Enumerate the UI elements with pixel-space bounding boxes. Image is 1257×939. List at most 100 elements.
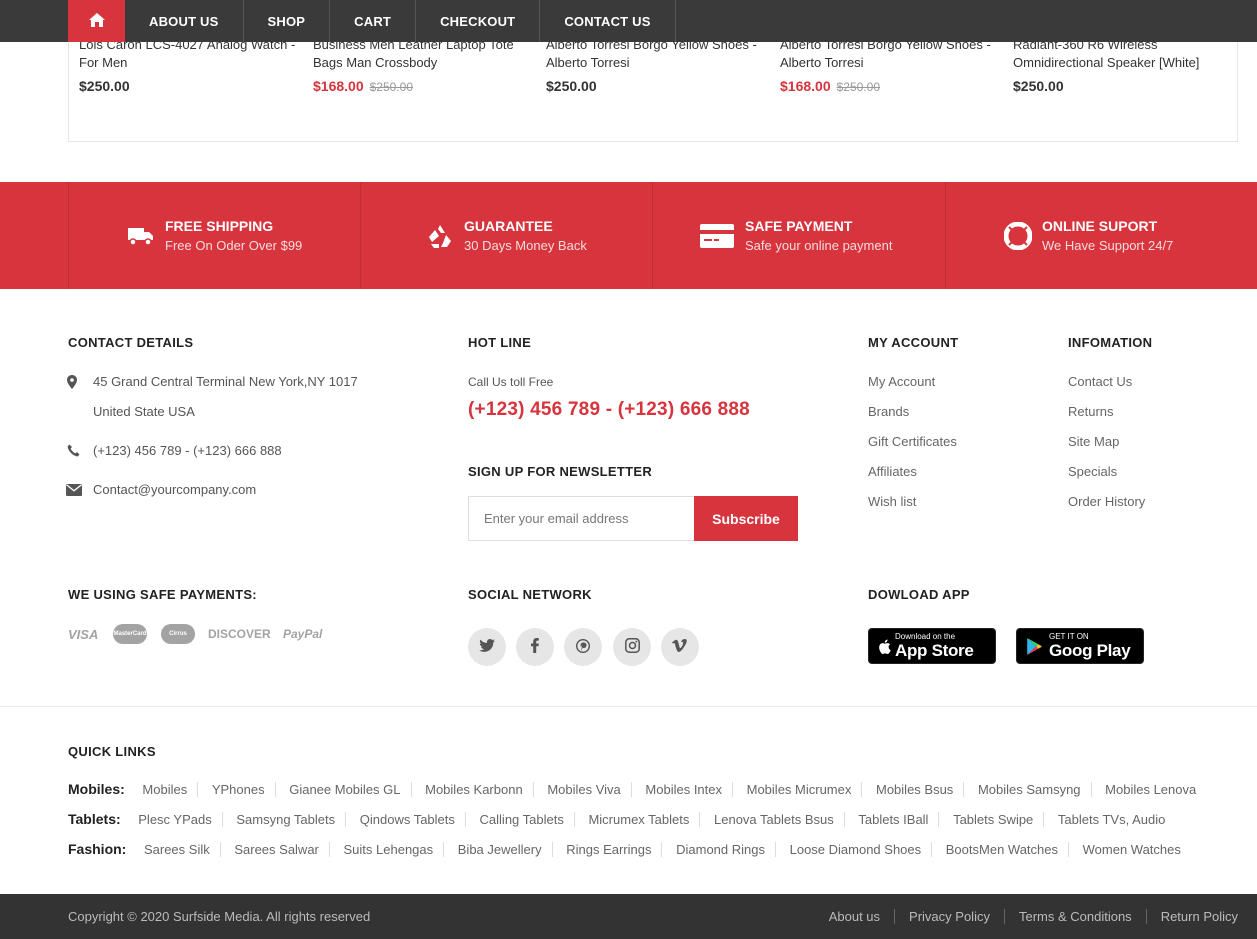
quick-link[interactable]: Mobiles Micrumex	[736, 782, 863, 797]
envelope-icon	[66, 482, 82, 498]
instagram-button[interactable]	[613, 628, 651, 666]
quick-link[interactable]: Loose Diamond Shoes	[779, 842, 933, 857]
product-price: $250.00	[1013, 78, 1064, 94]
link-affiliates[interactable]: Affiliates	[868, 464, 917, 479]
app-heading: DOWLOAD APP	[868, 587, 970, 602]
bottom-link-return-policy[interactable]: Return Policy	[1145, 909, 1238, 924]
pinterest-button[interactable]	[564, 628, 602, 666]
home-button[interactable]	[68, 0, 125, 42]
nav-cart[interactable]: CART	[330, 0, 417, 42]
quick-link[interactable]: Gianee Mobiles GL	[279, 782, 412, 797]
service-subtitle: Safe your online payment	[745, 238, 893, 253]
bottom-links: About us Privacy Policy Terms & Conditio…	[815, 909, 1238, 924]
app-store-small-text: Download on the	[895, 632, 956, 641]
service-subtitle: We Have Support 24/7	[1042, 238, 1174, 253]
product-card[interactable]: Business Men Leather Laptop Tote Bags Ma…	[313, 36, 533, 94]
bottom-link-about-us[interactable]: About us	[815, 909, 894, 924]
google-play-small-text: GET IT ON	[1049, 632, 1089, 641]
quick-link[interactable]: Lenova Tablets Bsus	[704, 812, 845, 827]
quick-link[interactable]: Micrumex Tablets	[578, 812, 701, 827]
quick-link[interactable]: Sarees Salwar	[224, 842, 330, 857]
quick-link[interactable]: Mobiles Karbonn	[415, 782, 534, 797]
google-play-big-text: Goog Play	[1049, 641, 1131, 660]
service-subtitle: Free On Oder Over $99	[165, 238, 303, 253]
link-my-account[interactable]: My Account	[868, 374, 935, 389]
quick-link[interactable]: YPhones	[201, 782, 276, 797]
quick-link[interactable]: Mobiles Intex	[635, 782, 733, 797]
quick-link[interactable]: Tablets Swipe	[943, 812, 1045, 827]
service-title: ONLINE SUPORT	[1042, 218, 1158, 234]
contact-email[interactable]: Contact@yourcompany.com	[93, 482, 256, 497]
facebook-button[interactable]	[516, 628, 554, 666]
recycle-icon	[425, 221, 455, 251]
twitter-icon	[479, 638, 495, 656]
link-gift-certificates[interactable]: Gift Certificates	[868, 434, 957, 449]
quick-links-row-label: Mobiles:	[68, 781, 125, 797]
visa-logo: VISA	[68, 626, 99, 642]
social-heading: SOCIAL NETWORK	[468, 587, 592, 602]
service-title: SAFE PAYMENT	[745, 218, 853, 234]
payments-heading: WE USING SAFE PAYMENTS:	[68, 587, 257, 602]
link-order-history[interactable]: Order History	[1068, 494, 1145, 509]
quick-link[interactable]: Tablets TVs, Audio	[1048, 812, 1175, 827]
product-card[interactable]: Radiant-360 R6 Wireless Omnidirectional …	[1013, 36, 1233, 94]
link-wish-list[interactable]: Wish list	[868, 494, 916, 509]
quick-link[interactable]: BootsMen Watches	[935, 842, 1069, 857]
services-band: FREE SHIPPING Free On Oder Over $99 GUARA…	[0, 182, 1257, 289]
nav-contact-us[interactable]: CONTACT US	[540, 0, 676, 42]
product-price: $250.00	[79, 78, 130, 94]
quick-link[interactable]: Tablets IBall	[848, 812, 940, 827]
product-card[interactable]: Lois Caron LCS-4027 Analog Watch - For M…	[79, 36, 299, 94]
life-ring-icon	[1003, 221, 1033, 251]
contact-address-line2: United State USA	[93, 404, 195, 419]
product-price: $168.00 $250.00	[780, 78, 880, 94]
mastercard-logo: MasterCard	[113, 624, 147, 644]
vimeo-button[interactable]	[661, 628, 699, 666]
app-store-button[interactable]: Download on the App Store	[868, 628, 996, 664]
quick-link[interactable]: Mobiles	[132, 782, 199, 797]
nav-shop[interactable]: SHOP	[244, 0, 331, 42]
nav-about-us[interactable]: ABOUT US	[125, 0, 244, 42]
bottom-link-terms[interactable]: Terms & Conditions	[1003, 909, 1146, 924]
hotline-number[interactable]: (+123) 456 789 - (+123) 666 888	[468, 399, 750, 421]
quick-link[interactable]: Suits Lehengas	[333, 842, 445, 857]
quick-link[interactable]: Rings Earrings	[556, 842, 663, 857]
quick-link[interactable]: Mobiles Bsus	[866, 782, 965, 797]
vimeo-icon	[672, 638, 688, 656]
product-card[interactable]: Alberto Torresi Borgo Yellow Shoes - Alb…	[780, 36, 1000, 94]
link-returns[interactable]: Returns	[1068, 404, 1114, 419]
newsletter-email-input[interactable]	[468, 496, 695, 541]
quick-link[interactable]: Mobiles Lenova	[1095, 782, 1206, 797]
home-icon	[88, 12, 106, 31]
contact-phone: (+123) 456 789 - (+123) 666 888	[93, 443, 282, 458]
quick-link[interactable]: Samsyng Tablets	[226, 812, 347, 827]
link-specials[interactable]: Specials	[1068, 464, 1117, 479]
quick-link[interactable]: Plesc YPads	[128, 812, 223, 827]
subscribe-button[interactable]: Subscribe	[694, 496, 798, 541]
hotline-heading: HOT LINE	[468, 335, 532, 350]
quick-links-row-label: Tablets:	[68, 811, 121, 827]
twitter-button[interactable]	[468, 628, 506, 666]
cirrus-logo: Cirrus	[161, 624, 195, 644]
footer-divider	[0, 706, 1257, 707]
quick-link[interactable]: Biba Jewellery	[447, 842, 553, 857]
main-menu: ABOUT US SHOP CART CHECKOUT CONTACT US	[68, 0, 676, 42]
pinterest-icon	[575, 638, 591, 656]
quick-link[interactable]: Mobiles Viva	[537, 782, 632, 797]
service-safe-payment: SAFE PAYMENT Safe your online payment	[652, 182, 945, 289]
nav-checkout[interactable]: CHECKOUT	[416, 0, 541, 42]
product-old-price: $250.00	[369, 80, 413, 94]
link-contact-us[interactable]: Contact Us	[1068, 374, 1132, 389]
quick-link[interactable]: Qindows Tablets	[349, 812, 466, 827]
link-site-map[interactable]: Site Map	[1068, 434, 1119, 449]
quick-link[interactable]: Women Watches	[1073, 842, 1191, 857]
quick-link[interactable]: Diamond Rings	[666, 842, 776, 857]
link-brands[interactable]: Brands	[868, 404, 909, 419]
google-play-button[interactable]: GET IT ON Goog Play	[1016, 628, 1144, 664]
bottom-link-privacy-policy[interactable]: Privacy Policy	[894, 909, 1004, 924]
quick-link[interactable]: Sarees Silk	[133, 842, 221, 857]
top-navigation: ABOUT US SHOP CART CHECKOUT CONTACT US	[0, 0, 1257, 42]
quick-link[interactable]: Calling Tablets	[469, 812, 575, 827]
product-card[interactable]: Alberto Torresi Borgo Yellow Shoes - Alb…	[546, 36, 766, 94]
quick-link[interactable]: Mobiles Samsyng	[967, 782, 1092, 797]
